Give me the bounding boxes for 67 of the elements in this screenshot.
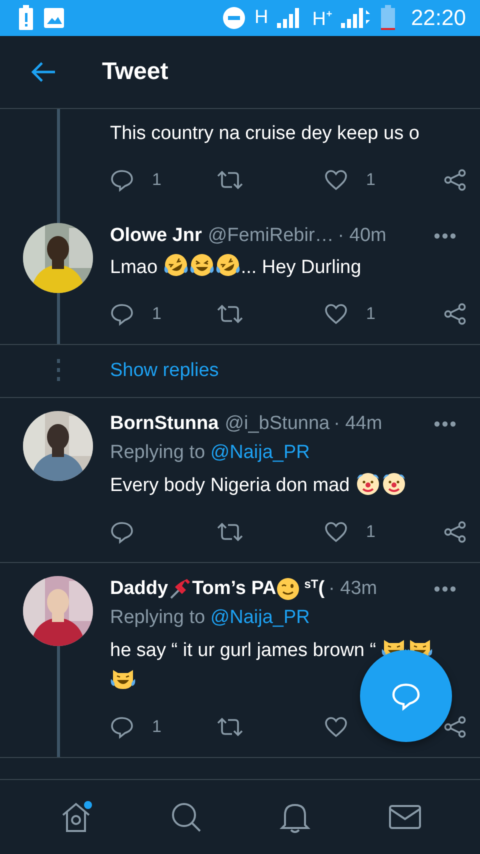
mail-icon[interactable] bbox=[388, 803, 422, 831]
share-icon[interactable] bbox=[443, 168, 467, 192]
reply-button[interactable]: 1 bbox=[110, 168, 162, 192]
retweet-icon bbox=[216, 302, 244, 326]
retweet-button[interactable] bbox=[216, 168, 244, 192]
network-type: H⁺ bbox=[312, 8, 332, 31]
page-title: Tweet bbox=[102, 58, 168, 86]
battery-alert-icon bbox=[18, 5, 34, 31]
pushpin-icon bbox=[168, 577, 192, 601]
reply-icon bbox=[110, 302, 134, 326]
replying-to-text: Replying to @Naija_PR bbox=[110, 606, 311, 630]
more-options-icon[interactable] bbox=[434, 586, 456, 592]
image-icon bbox=[43, 7, 65, 29]
retweet-icon bbox=[216, 520, 244, 544]
reply-icon bbox=[110, 168, 134, 192]
reply-icon bbox=[110, 520, 134, 544]
user-handle: @i_bStunna bbox=[224, 413, 330, 435]
laughing-emoji-icon bbox=[214, 252, 241, 278]
tweet-time: · 44m bbox=[334, 413, 382, 435]
back-arrow-icon[interactable] bbox=[31, 61, 57, 83]
user-name[interactable]: Daddy Tom’s PA $^{sT}$( bbox=[110, 577, 325, 601]
clock: 22:20 bbox=[410, 5, 466, 31]
do-not-disturb-icon bbox=[223, 7, 246, 29]
like-button[interactable]: 1 bbox=[324, 302, 376, 326]
retweet-icon bbox=[216, 168, 244, 192]
reply-icon bbox=[110, 715, 134, 739]
laughing-emoji-icon bbox=[188, 252, 215, 278]
reply-button[interactable]: 1 bbox=[110, 715, 162, 739]
heart-icon bbox=[324, 302, 348, 326]
mention-link[interactable]: @Naija_PR bbox=[210, 442, 310, 463]
replying-to-text: Replying to @Naija_PR bbox=[110, 441, 311, 465]
search-icon[interactable] bbox=[170, 801, 202, 833]
share-icon[interactable] bbox=[443, 715, 467, 739]
battery-icon bbox=[380, 5, 396, 31]
tweet-text: Lmao ... Hey Durling bbox=[110, 250, 456, 282]
like-button[interactable] bbox=[324, 715, 348, 739]
reply-button[interactable] bbox=[110, 520, 134, 544]
mention-link[interactable]: @Naija_PR bbox=[210, 607, 310, 628]
tweet-text: This country na cruise dey keep us o bbox=[110, 122, 420, 146]
clown-emoji-icon bbox=[355, 470, 382, 496]
heart-icon bbox=[324, 715, 348, 739]
retweet-icon bbox=[216, 715, 244, 739]
speech-bubble-icon bbox=[391, 681, 421, 711]
share-icon[interactable] bbox=[443, 302, 467, 326]
share-icon[interactable] bbox=[443, 520, 467, 544]
more-options-icon[interactable] bbox=[434, 233, 456, 239]
user-name[interactable]: BornStunna bbox=[110, 413, 219, 435]
tweet-time: · 43m bbox=[328, 578, 378, 600]
heart-icon bbox=[324, 520, 348, 544]
heart-icon bbox=[324, 168, 348, 192]
laughing-emoji-icon bbox=[162, 252, 189, 278]
more-options-icon[interactable] bbox=[434, 421, 456, 427]
signal-icon bbox=[340, 8, 371, 28]
user-name[interactable]: Olowe Jnr bbox=[110, 225, 202, 247]
user-handle: @FemiRebir… bbox=[208, 225, 334, 247]
reply-button[interactable]: 1 bbox=[110, 302, 162, 326]
retweet-button[interactable] bbox=[216, 520, 244, 544]
retweet-button[interactable] bbox=[216, 715, 244, 739]
network-type: H bbox=[254, 7, 268, 29]
tweet-time: · 40m bbox=[338, 225, 386, 247]
like-button[interactable]: 1 bbox=[324, 168, 376, 192]
show-replies-link[interactable]: Show replies bbox=[110, 360, 219, 382]
tweet-text: Every body Nigeria don mad bbox=[110, 468, 456, 500]
winking-emoji-icon bbox=[276, 577, 300, 601]
clown-emoji-icon bbox=[381, 470, 408, 496]
like-button[interactable]: 1 bbox=[324, 520, 376, 544]
retweet-button[interactable] bbox=[216, 302, 244, 326]
